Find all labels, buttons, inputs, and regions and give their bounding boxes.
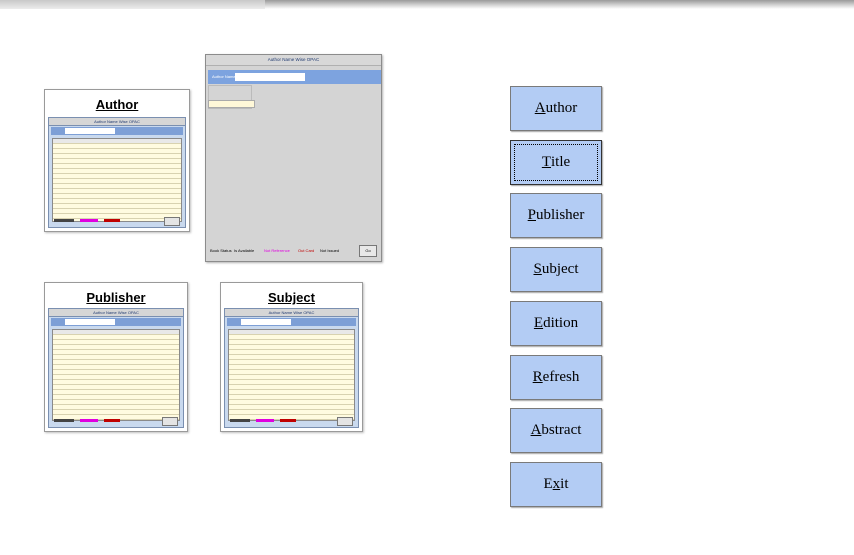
status-reference: Not Reference (264, 248, 290, 253)
mini-window-title: Author Name Wise OPAC (49, 118, 185, 126)
footer-label: Book Status (210, 248, 232, 253)
refresh-button[interactable]: Refresh (510, 355, 602, 400)
window-title: Author Name Wise OPAC (206, 55, 381, 66)
exit-button-rest: it (560, 476, 569, 492)
status-out: Out Card (298, 248, 315, 253)
mini-search-bar (227, 318, 356, 326)
edition-button-accesskey: E (533, 315, 544, 331)
edition-button-rest: dition (543, 315, 579, 331)
edition-button[interactable]: Edition (510, 301, 602, 346)
abstract-button-accesskey: A (530, 422, 542, 438)
author-preview-card: Author Author Name Wise OPAC (44, 89, 190, 232)
result-row (208, 100, 255, 108)
mini-status-footer (228, 417, 355, 426)
subject-button-accesskey: S (533, 261, 542, 277)
mini-results-table (52, 329, 180, 421)
search-label: Author Name (212, 74, 236, 79)
go-button[interactable]: Go (359, 245, 377, 257)
title-button[interactable]: Title (510, 140, 602, 185)
subject-preview-card: Subject Author Name Wise OPAC (220, 282, 363, 432)
top-edge-left (0, 0, 265, 9)
subject-preview-window: Author Name Wise OPAC (224, 308, 359, 428)
mini-window-title: Author Name Wise OPAC (49, 309, 183, 317)
abstract-button-rest: bstract (541, 422, 582, 438)
author-button-rest: uthor (545, 100, 578, 116)
subject-button-rest: ubject (541, 261, 579, 277)
exit-button-accesskey: x (552, 476, 561, 492)
title-button-rest: itle (551, 154, 571, 170)
author-preview-window: Author Name Wise OPAC (48, 117, 186, 228)
mini-status-footer (52, 217, 182, 226)
publisher-preview-window: Author Name Wise OPAC (48, 308, 184, 428)
title-button-accesskey: T (541, 154, 551, 170)
publisher-button[interactable]: Publisher (510, 193, 602, 238)
opac-window-preview: Author Name Wise OPAC Author Name Book S… (205, 54, 382, 262)
author-search-input[interactable] (235, 73, 305, 81)
publisher-preview-card: Publisher Author Name Wise OPAC (44, 282, 188, 432)
author-button-accesskey: A (534, 100, 546, 116)
mini-status-footer (52, 417, 180, 426)
refresh-button-accesskey: R (532, 369, 543, 385)
exit-button[interactable]: Ex it (510, 462, 602, 507)
mini-search-bar (51, 127, 183, 135)
publisher-button-rest: ublisher (536, 207, 585, 223)
mini-search-bar (51, 318, 181, 326)
mini-window-title: Author Name Wise OPAC (225, 309, 358, 317)
status-footer: Book Status Is Available Not Reference O… (208, 246, 379, 256)
refresh-button-rest: efresh (542, 369, 580, 385)
author-card-title: Author (95, 97, 139, 112)
abstract-button[interactable]: Abstract (510, 408, 602, 453)
author-button[interactable]: Author (510, 86, 602, 131)
status-not-issued: Not Issued (320, 248, 340, 253)
publisher-card-title: Publisher (86, 290, 146, 305)
status-available: Is Available (234, 248, 255, 253)
mini-results-table (52, 138, 182, 222)
subject-card-title: Subject (268, 290, 315, 305)
mini-results-table (228, 329, 355, 421)
exit-button-prefix: E (543, 476, 553, 492)
subject-button[interactable]: Subject (510, 247, 602, 292)
author-search-bar: Author Name (208, 70, 381, 84)
publisher-button-accesskey: P (527, 207, 536, 223)
